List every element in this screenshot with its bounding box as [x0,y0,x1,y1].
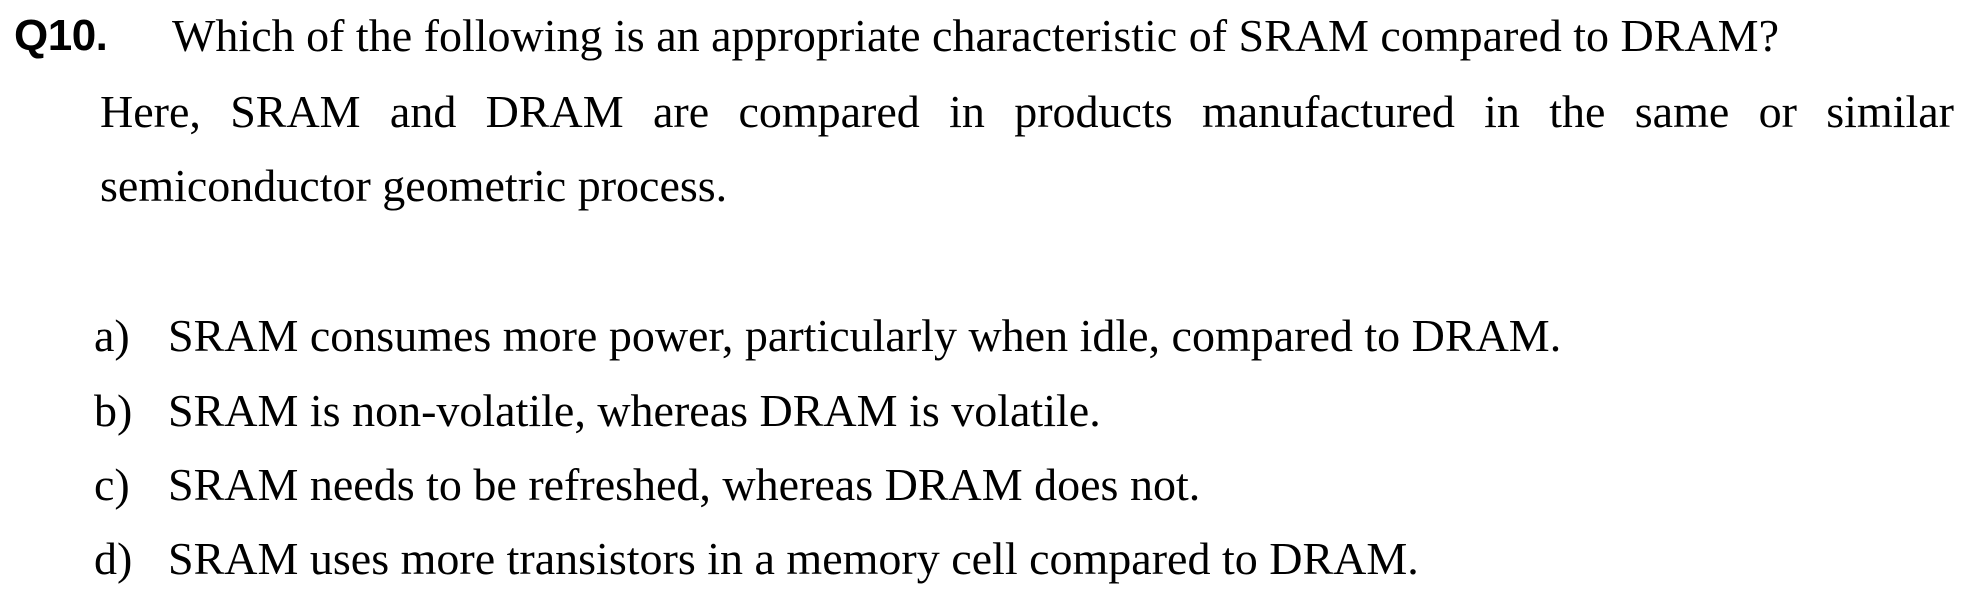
option-text: SRAM uses more transistors in a memory c… [168,533,1419,584]
option-letter: c) [94,459,130,510]
option-letter: d) [94,533,133,584]
option-text: SRAM is non-volatile, whereas DRAM is vo… [168,385,1101,436]
question-text-line-3: semiconductor geometric process. [100,160,728,211]
option-letter: a) [94,310,130,361]
option-text: SRAM consumes more power, particularly w… [168,310,1562,361]
question-text-line-2: Here, SRAM and DRAM are compared in prod… [100,86,1954,137]
option-text: SRAM needs to be refreshed, whereas DRAM… [168,459,1201,510]
option-letter: b) [94,385,133,436]
question-number: Q10. [14,11,108,60]
question-text-line-1: Which of the following is an appropriate… [172,10,1779,61]
